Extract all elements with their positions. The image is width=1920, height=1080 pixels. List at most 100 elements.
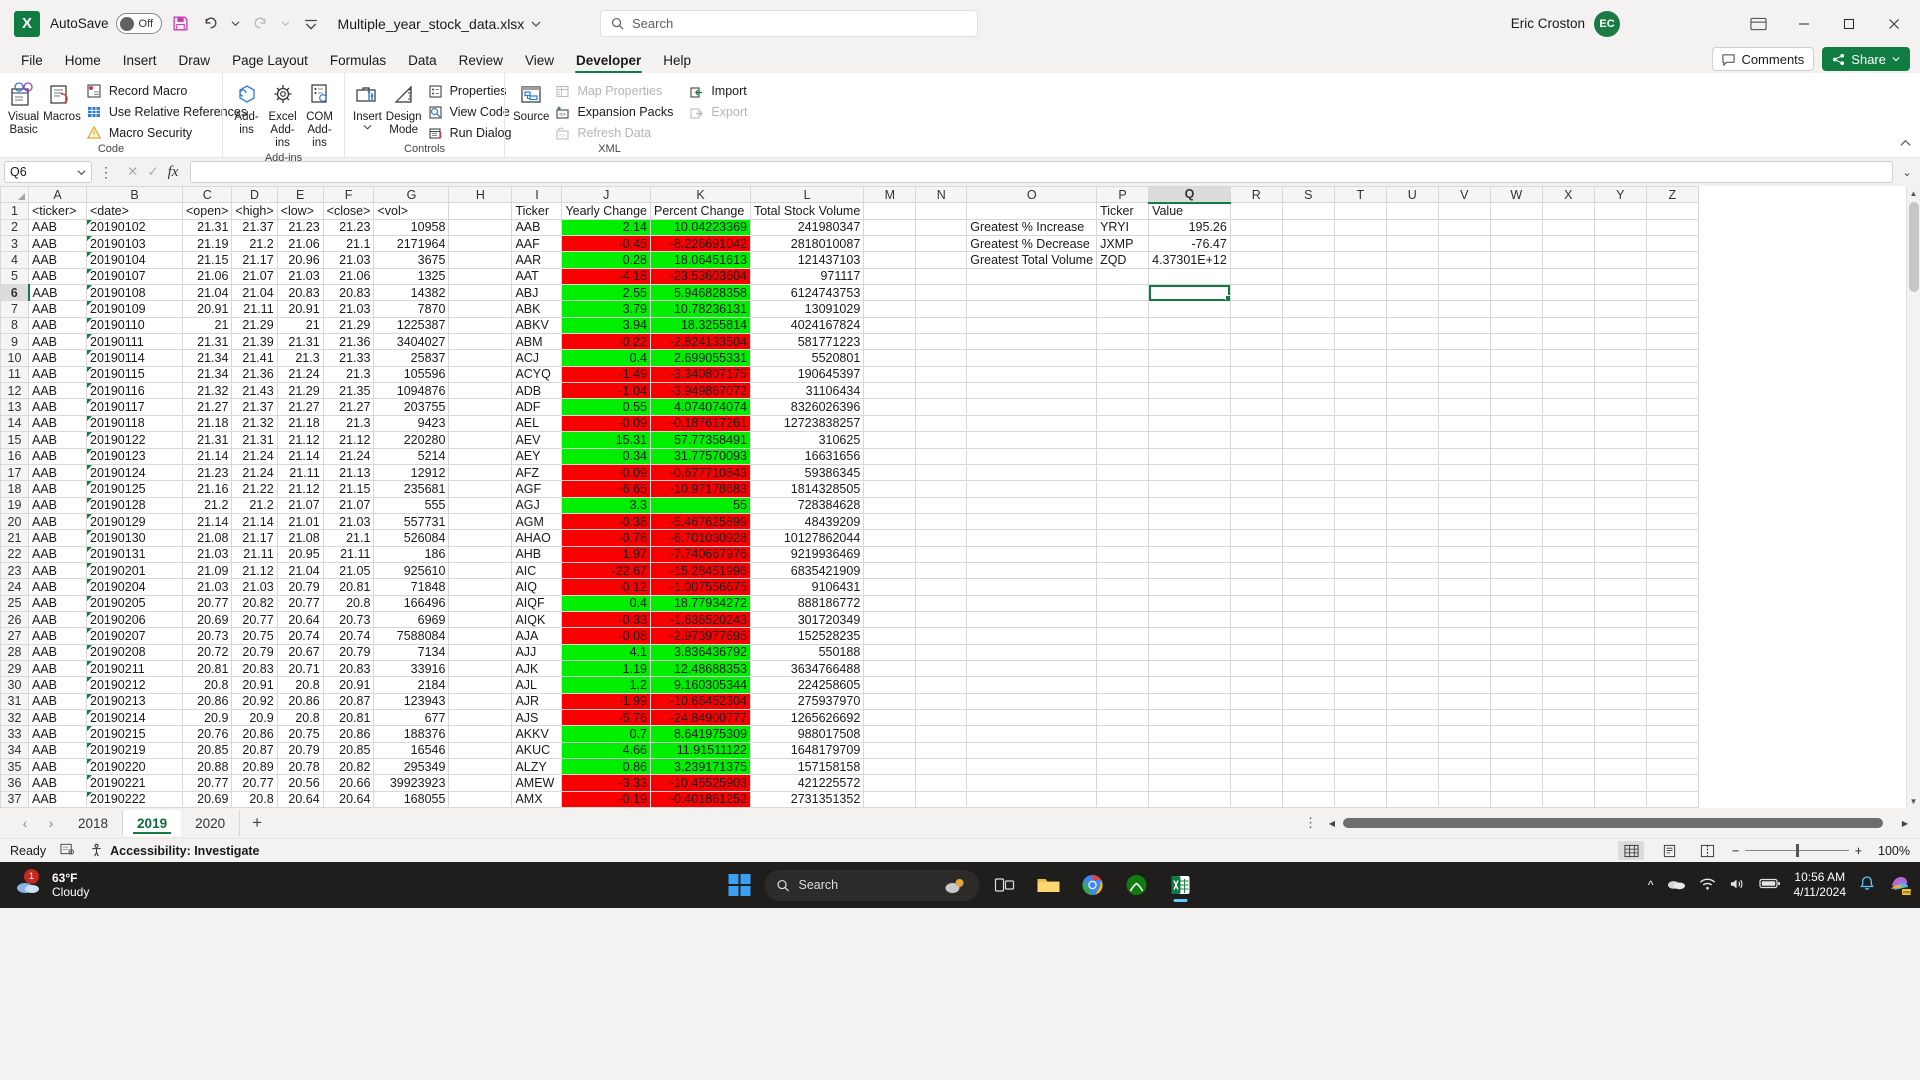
cell-J2[interactable]: 2.14	[561, 218, 651, 237]
cell-blank[interactable]	[1229, 741, 1283, 760]
cell-blank[interactable]	[1229, 365, 1283, 384]
expand-formula-bar-icon[interactable]: ⌄	[1898, 166, 1916, 179]
cell-B28[interactable]: 20190208	[86, 643, 183, 661]
cell-blank[interactable]	[1229, 774, 1283, 792]
cell-J5[interactable]: -4.18	[561, 267, 651, 286]
cell-blank[interactable]	[1385, 676, 1439, 694]
cell-A16[interactable]: AAB	[28, 447, 87, 465]
ribbon-display-options-icon[interactable]	[1736, 6, 1781, 42]
cell-blank[interactable]	[1281, 529, 1335, 547]
cell-Q32[interactable]	[1148, 708, 1231, 727]
cell-blank[interactable]	[1333, 741, 1387, 760]
cell-P30[interactable]	[1096, 676, 1150, 694]
cell-A21[interactable]: AAB	[28, 529, 87, 547]
col-header-U[interactable]: U	[1385, 186, 1439, 204]
cell-blank[interactable]	[1541, 447, 1595, 465]
cell-blank[interactable]	[1333, 414, 1387, 433]
cell-A10[interactable]: AAB	[28, 349, 87, 367]
cell-blank[interactable]	[1645, 202, 1699, 220]
cell-B36[interactable]: 20190221	[86, 774, 183, 792]
cell-blank[interactable]	[1385, 725, 1439, 743]
row-header-10[interactable]: 10	[0, 349, 29, 367]
col-header-J[interactable]: J	[561, 186, 651, 204]
cell-blank[interactable]	[1385, 480, 1439, 498]
task-view-button[interactable]	[986, 866, 1024, 904]
cell-G15[interactable]: 220280	[373, 431, 450, 449]
cell-blank[interactable]	[1229, 725, 1283, 743]
cell-blank[interactable]	[1593, 284, 1647, 302]
cell-blank[interactable]	[1385, 300, 1439, 318]
cell-blank[interactable]	[1229, 398, 1283, 416]
cell-I6[interactable]: ABJ	[511, 284, 563, 302]
cell-blank[interactable]	[1645, 284, 1699, 302]
tray-expand-icon[interactable]: ^	[1648, 878, 1654, 892]
cell-blank[interactable]	[1489, 218, 1543, 237]
cell-Q8[interactable]	[1148, 316, 1231, 335]
cell-D14[interactable]: 21.32	[231, 414, 278, 433]
cell-blank[interactable]	[1281, 267, 1335, 286]
cell-I31[interactable]: AJR	[511, 692, 563, 711]
cell-O13[interactable]	[966, 398, 1098, 416]
cell-G36[interactable]: 39923923	[373, 774, 450, 792]
cell-B29[interactable]: 20190211	[86, 659, 183, 678]
cell-H8[interactable]	[448, 316, 513, 335]
cell-Q4[interactable]: 4.37301E+12	[1148, 251, 1231, 269]
cell-I26[interactable]: AIQK	[511, 610, 563, 629]
cell-N27[interactable]	[915, 627, 968, 645]
row-header-26[interactable]: 26	[0, 610, 29, 629]
row-header-8[interactable]: 8	[0, 316, 29, 335]
cell-L23[interactable]: 6835421909	[749, 561, 865, 580]
cell-D9[interactable]: 21.39	[231, 333, 278, 351]
cell-N26[interactable]	[915, 610, 968, 629]
cell-D1[interactable]: <high>	[231, 202, 278, 220]
cell-G32[interactable]: 677	[373, 708, 450, 727]
cell-M34[interactable]	[863, 741, 917, 760]
cell-M4[interactable]	[863, 251, 917, 269]
cell-H11[interactable]	[448, 365, 513, 384]
cell-F16[interactable]: 21.24	[322, 447, 375, 465]
cell-blank[interactable]	[1229, 414, 1283, 433]
document-title[interactable]: Multiple_year_stock_data.xlsx	[338, 16, 542, 32]
cell-G23[interactable]: 925610	[373, 561, 450, 580]
tab-home[interactable]: Home	[54, 50, 112, 73]
row-header-5[interactable]: 5	[0, 267, 29, 286]
cell-K24[interactable]: -1.007556675	[649, 578, 751, 596]
cell-O16[interactable]	[966, 447, 1098, 465]
cell-G30[interactable]: 2184	[373, 676, 450, 694]
cell-I12[interactable]: ADB	[511, 382, 563, 400]
cell-H3[interactable]	[448, 235, 513, 253]
cell-H16[interactable]	[448, 447, 513, 465]
cell-M7[interactable]	[863, 300, 917, 318]
cell-H33[interactable]	[448, 725, 513, 743]
cell-blank[interactable]	[1489, 365, 1543, 384]
cell-G14[interactable]: 9423	[373, 414, 450, 433]
cell-blank[interactable]	[1489, 610, 1543, 629]
cell-blank[interactable]	[1489, 251, 1543, 269]
cell-blank[interactable]	[1385, 365, 1439, 384]
cell-K7[interactable]: 10.78236131	[649, 300, 751, 318]
col-header-T[interactable]: T	[1333, 186, 1387, 204]
cell-L8[interactable]: 4024167824	[749, 316, 865, 335]
cell-blank[interactable]	[1489, 545, 1543, 563]
cell-H18[interactable]	[448, 480, 513, 498]
cell-blank[interactable]	[1333, 235, 1387, 253]
cell-A24[interactable]: AAB	[28, 578, 87, 596]
cell-E17[interactable]: 21.11	[276, 463, 324, 482]
cell-E3[interactable]: 21.06	[276, 235, 324, 253]
cell-C10[interactable]: 21.34	[181, 349, 233, 367]
cell-F9[interactable]: 21.36	[322, 333, 375, 351]
cell-F21[interactable]: 21.1	[322, 529, 375, 547]
cell-D19[interactable]: 21.2	[231, 496, 278, 514]
row-header-37[interactable]: 37	[0, 790, 29, 808]
cell-I15[interactable]: AEV	[511, 431, 563, 449]
cell-L26[interactable]: 301720349	[749, 610, 865, 629]
cell-F28[interactable]: 20.79	[322, 643, 375, 661]
redo-icon[interactable]	[246, 9, 276, 39]
cell-blank[interactable]	[1645, 610, 1699, 629]
cell-Q31[interactable]	[1148, 692, 1231, 711]
cell-G11[interactable]: 105596	[373, 365, 450, 384]
cell-I19[interactable]: AGJ	[511, 496, 563, 514]
cell-blank[interactable]	[1385, 594, 1439, 612]
cell-blank[interactable]	[1593, 333, 1647, 351]
row-header-19[interactable]: 19	[0, 496, 29, 514]
